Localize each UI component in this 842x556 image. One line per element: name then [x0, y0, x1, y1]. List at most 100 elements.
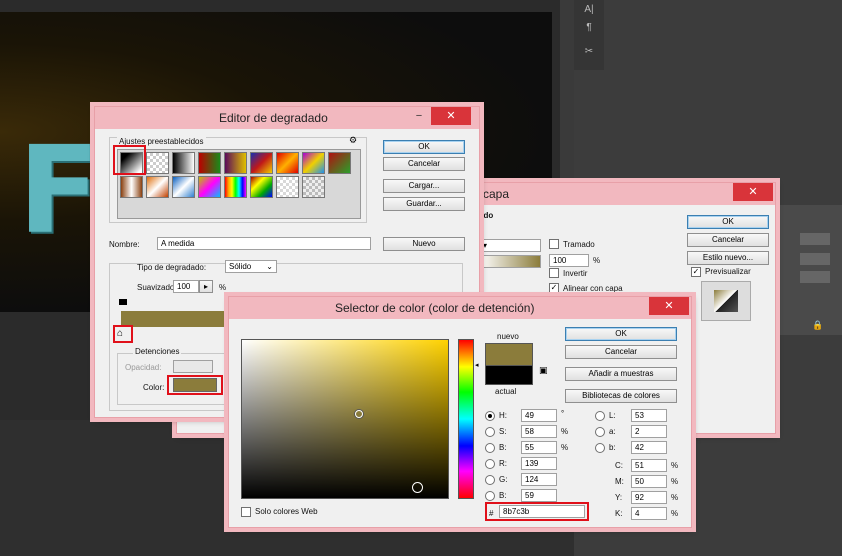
k-unit: %: [671, 509, 679, 518]
color-libraries-button[interactable]: Bibliotecas de colores: [565, 389, 677, 403]
current-label: actual: [495, 387, 517, 396]
web-colors-checkbox[interactable]: [241, 507, 251, 517]
cancel-button[interactable]: Cancelar: [687, 233, 769, 247]
preset-swatch[interactable]: [250, 176, 273, 198]
lab-b-input[interactable]: 42: [631, 441, 667, 454]
preset-swatch[interactable]: [328, 152, 351, 174]
gear-icon[interactable]: ⚙: [349, 135, 357, 146]
new-style-button[interactable]: Estilo nuevo...: [687, 251, 769, 265]
gradient-type-select[interactable]: Sólido ⌄: [225, 260, 277, 273]
dither-label: Tramado: [563, 240, 595, 249]
y-unit: %: [671, 493, 679, 502]
preset-swatch[interactable]: [120, 176, 143, 198]
y-input[interactable]: 92: [631, 491, 667, 504]
layer-control[interactable]: [800, 233, 830, 245]
preset-swatch[interactable]: [302, 176, 325, 198]
g-input[interactable]: 124: [521, 473, 557, 486]
opacity-label: Opacidad:: [125, 363, 162, 372]
preset-swatch[interactable]: [146, 176, 169, 198]
l-input[interactable]: 53: [631, 409, 667, 422]
character-icon[interactable]: A|: [574, 4, 604, 15]
tools-icon[interactable]: ✂: [574, 46, 604, 57]
preset-swatch[interactable]: [172, 152, 195, 174]
preset-swatch[interactable]: [250, 152, 273, 174]
gradient-preview-field[interactable]: [479, 255, 541, 268]
a-input[interactable]: 2: [631, 425, 667, 438]
ok-button[interactable]: OK: [383, 140, 465, 154]
opacity-unit: %: [593, 256, 601, 265]
gradient-bar[interactable]: [121, 311, 231, 327]
preset-swatch[interactable]: [146, 152, 169, 174]
close-button[interactable]: ✕: [733, 183, 773, 201]
smoothness-input[interactable]: 100: [173, 280, 199, 293]
smoothness-arrow-button[interactable]: ▸: [199, 280, 213, 293]
color-field-marker[interactable]: [355, 410, 363, 418]
lock-icon[interactable]: 🔒: [812, 320, 823, 331]
logo-letter: F: [18, 122, 100, 261]
c-input[interactable]: 51: [631, 459, 667, 472]
new-button[interactable]: Nuevo: [383, 237, 465, 251]
h-radio[interactable]: [485, 411, 495, 421]
cancel-button[interactable]: Cancelar: [565, 345, 677, 359]
b-input[interactable]: 55: [521, 441, 557, 454]
close-button[interactable]: ✕: [649, 297, 689, 315]
preset-swatch[interactable]: [198, 152, 221, 174]
reverse-checkbox[interactable]: [549, 268, 559, 278]
layer-control[interactable]: [800, 271, 830, 283]
save-button[interactable]: Guardar...: [383, 197, 465, 211]
ok-button[interactable]: OK: [565, 327, 677, 341]
name-input[interactable]: A medida: [157, 237, 371, 250]
dither-checkbox[interactable]: [549, 239, 559, 249]
r-radio[interactable]: [485, 459, 495, 469]
load-button[interactable]: Cargar...: [383, 179, 465, 193]
paragraph-icon[interactable]: ¶: [574, 22, 604, 33]
cancel-button[interactable]: Cancelar: [383, 157, 465, 171]
s-radio[interactable]: [485, 427, 495, 437]
k-label: K:: [615, 509, 623, 518]
panel-toolstrip: A| ¶ ✂: [574, 0, 604, 70]
blend-dropdown[interactable]: ▾: [479, 239, 541, 252]
smoothness-label: Suavizado:: [137, 283, 177, 292]
color-picker-dialog: Selector de color (color de detención) ✕…: [228, 296, 692, 528]
align-checkbox[interactable]: ✓: [549, 283, 559, 293]
preview-checkbox[interactable]: ✓: [691, 267, 701, 277]
color-field[interactable]: [241, 339, 449, 499]
add-swatches-button[interactable]: Añadir a muestras: [565, 367, 677, 381]
preset-swatch[interactable]: [172, 176, 195, 198]
a-radio[interactable]: [595, 427, 605, 437]
current-color-preview[interactable]: [485, 365, 533, 385]
lab-b-radio[interactable]: [595, 443, 605, 453]
highlight-color: [167, 375, 223, 395]
preset-swatch[interactable]: [224, 176, 247, 198]
hue-slider-arrow-icon[interactable]: ◂: [475, 361, 479, 369]
opacity-stop-icon[interactable]: [119, 299, 127, 305]
m-input[interactable]: 50: [631, 475, 667, 488]
blue-radio[interactable]: [485, 491, 495, 501]
opacity-field[interactable]: 100: [549, 254, 589, 267]
preset-swatch[interactable]: [198, 176, 221, 198]
blue-input[interactable]: 59: [521, 489, 557, 502]
s-input[interactable]: 58: [521, 425, 557, 438]
h-label: H:: [499, 411, 507, 420]
reverse-label: Invertir: [563, 269, 588, 278]
preset-swatch[interactable]: [302, 152, 325, 174]
layer-control[interactable]: [800, 253, 830, 265]
k-input[interactable]: 4: [631, 507, 667, 520]
hue-slider[interactable]: [458, 339, 474, 499]
close-button[interactable]: ✕: [431, 107, 471, 125]
preset-swatch[interactable]: [224, 152, 247, 174]
preset-swatch[interactable]: [276, 152, 299, 174]
b-radio[interactable]: [485, 443, 495, 453]
align-label: Alinear con capa: [563, 284, 623, 293]
opacity-input[interactable]: [173, 360, 213, 373]
h-input[interactable]: 49: [521, 409, 557, 422]
smoothness-unit: %: [219, 283, 227, 292]
g-radio[interactable]: [485, 475, 495, 485]
new-label: nuevo: [497, 332, 519, 341]
cube-icon[interactable]: ▣: [539, 365, 548, 376]
r-input[interactable]: 139: [521, 457, 557, 470]
l-radio[interactable]: [595, 411, 605, 421]
minimize-icon[interactable]: −: [409, 107, 429, 125]
ok-button[interactable]: OK: [687, 215, 769, 229]
preset-swatch[interactable]: [276, 176, 299, 198]
